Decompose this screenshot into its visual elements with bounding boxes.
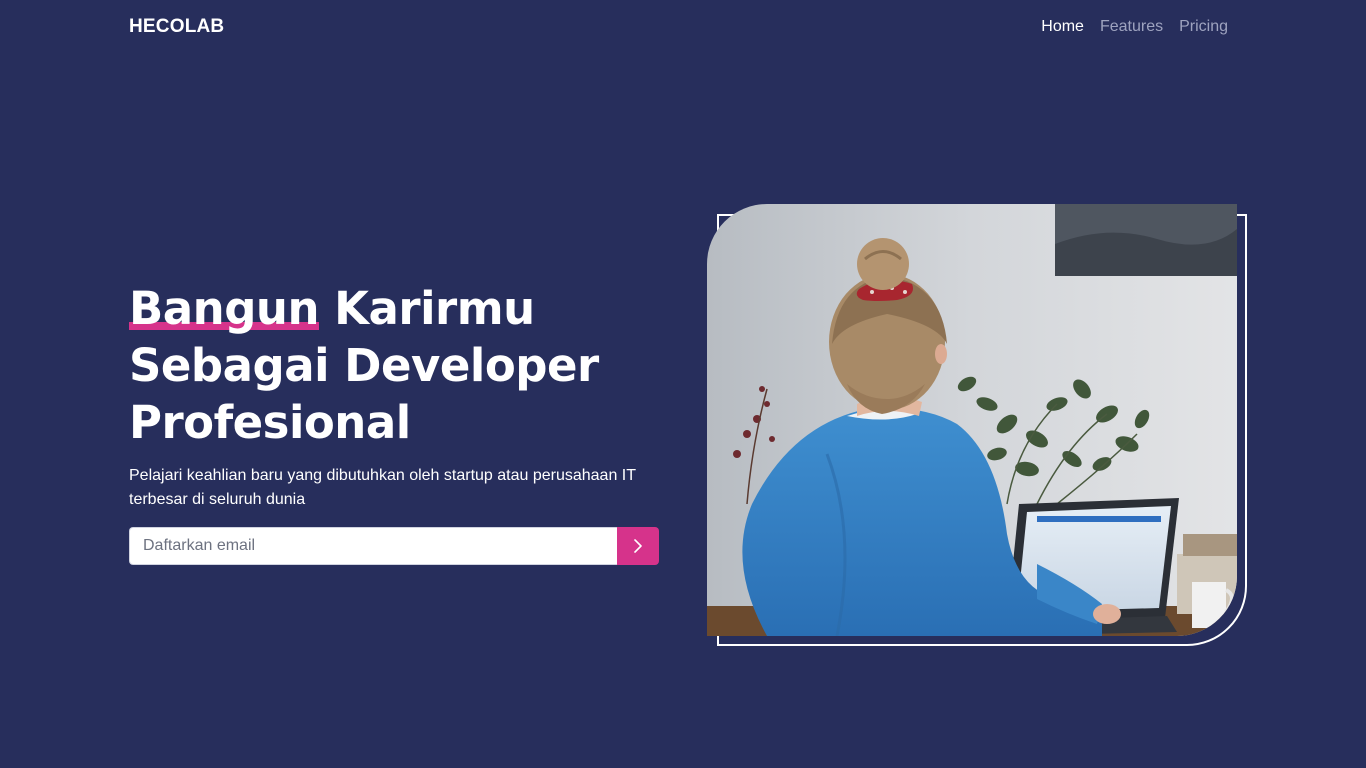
hero-image [707,204,1237,636]
nav-features-link[interactable]: Features [1100,18,1163,36]
email-signup-form [129,527,659,565]
nav-home-link[interactable]: Home [1041,18,1084,36]
email-input[interactable] [129,527,617,565]
brand-logo[interactable]: HECOLAB [129,16,224,38]
hero-title: Bangun Karirmu Sebagai Developer Profesi… [129,280,669,451]
nav-pricing-link[interactable]: Pricing [1179,18,1228,36]
nav-links: Home Features Pricing [1041,18,1228,36]
chevron-right-icon [634,539,642,553]
submit-email-button[interactable] [617,527,659,565]
hero-title-highlight: Bangun [129,282,320,335]
hero-subtitle: Pelajari keahlian baru yang dibutuhkan o… [129,467,636,508]
navbar: HECOLAB Home Features Pricing [0,0,1366,58]
